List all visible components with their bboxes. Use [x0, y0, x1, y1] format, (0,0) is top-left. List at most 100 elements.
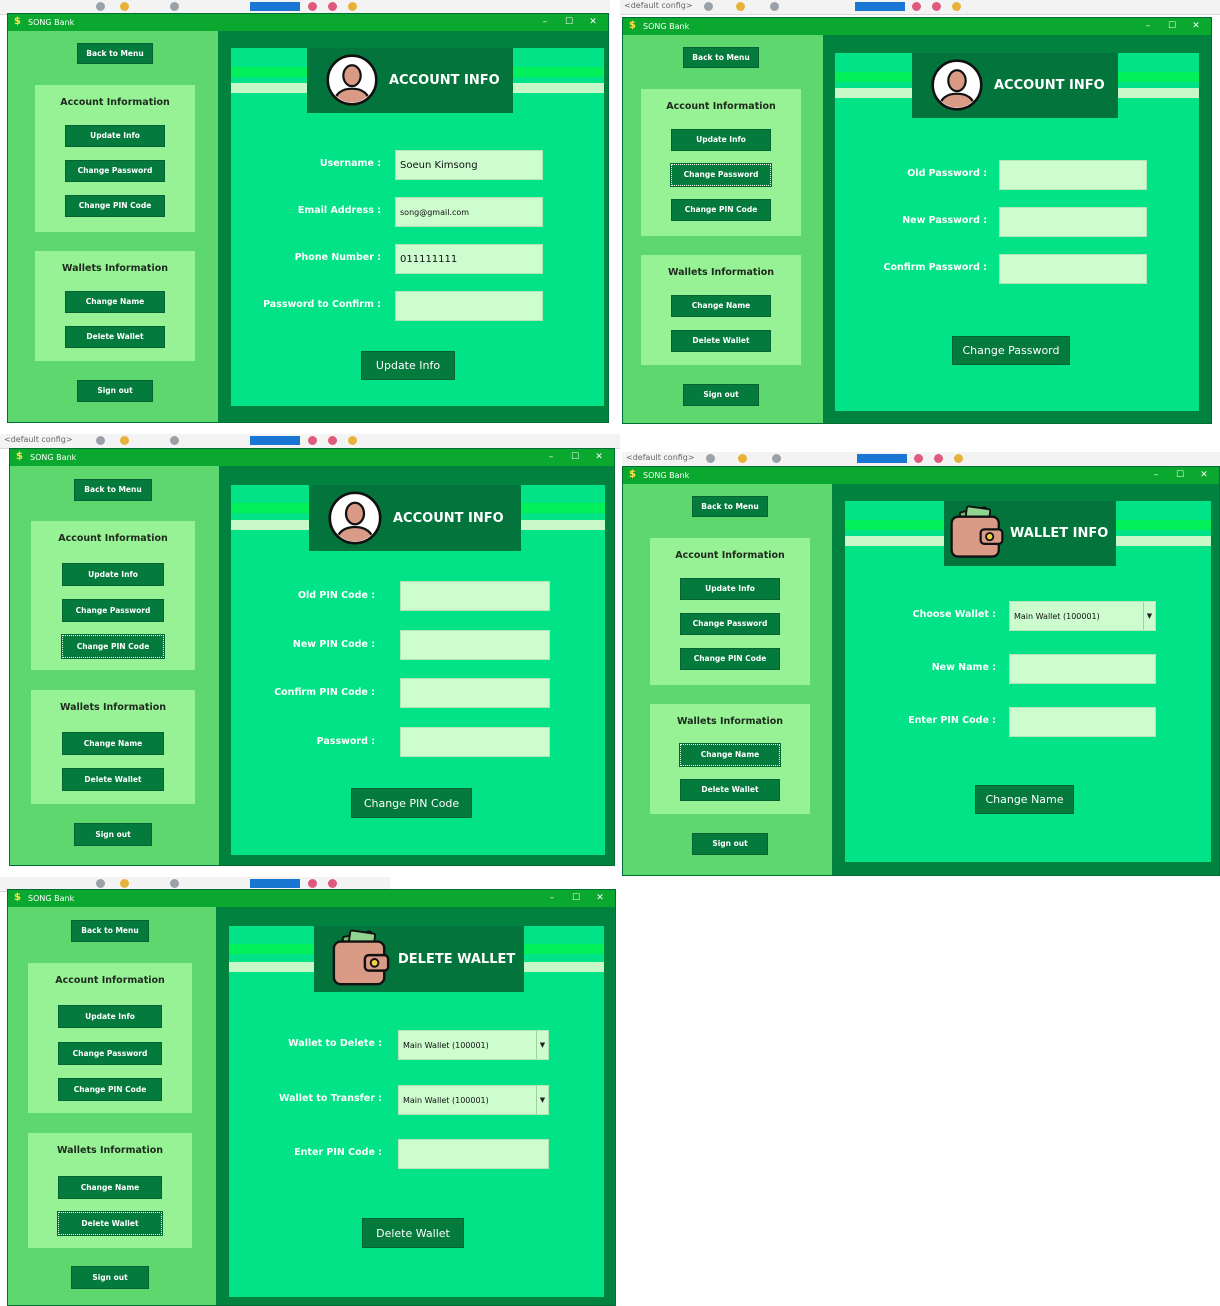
minimize-button[interactable]: – [540, 450, 562, 465]
dropdown-arrow-icon[interactable]: ▼ [1143, 602, 1155, 630]
ide-config-label: <default config> [626, 453, 695, 462]
account-info-group: Account Information Update Info Change P… [650, 538, 810, 685]
sign-out-button[interactable]: Sign out [74, 823, 152, 846]
account-info-group: Account Information Update Info Change P… [31, 521, 195, 670]
close-button[interactable]: ✕ [582, 15, 604, 30]
delete-wallet-button[interactable]: Delete Wallet [62, 768, 164, 791]
wallets-info-group: Wallets Information Change Name Delete W… [31, 690, 195, 804]
change-pin-code-button[interactable]: Change PIN Code [58, 1078, 162, 1101]
back-to-menu-button[interactable]: Back to Menu [77, 43, 153, 64]
window-title: SONG Bank [28, 894, 75, 903]
back-to-menu-button[interactable]: Back to Menu [74, 479, 152, 501]
delete-wallet-button[interactable]: Delete Wallet [680, 779, 780, 801]
change-name-button[interactable]: Change Name [65, 291, 165, 313]
change-password-submit-button[interactable]: Change Password [952, 336, 1070, 365]
close-button[interactable]: ✕ [1185, 19, 1207, 34]
dropdown-arrow-icon[interactable]: ▼ [536, 1031, 548, 1059]
change-name-button[interactable]: Change Name [679, 743, 781, 767]
password-confirm-input[interactable] [395, 291, 543, 321]
title-bar[interactable]: $ SONG Bank – ☐ ✕ [8, 14, 608, 31]
change-pin-code-button[interactable]: Change PIN Code [680, 648, 780, 670]
ide-config-label: <default config> [624, 1, 693, 10]
update-info-button[interactable]: Update Info [62, 563, 164, 586]
password-label: Password : [316, 736, 375, 747]
wallets-info-group-title: Wallets Information [667, 267, 775, 278]
wallet-to-transfer-select[interactable]: Main Wallet (100001) ▼ [398, 1085, 549, 1115]
new-password-input[interactable] [999, 207, 1147, 237]
phone-input[interactable]: 011111111 [395, 244, 543, 274]
change-name-submit-button[interactable]: Change Name [975, 785, 1074, 814]
maximize-button[interactable]: ☐ [1161, 19, 1183, 34]
update-info-button[interactable]: Update Info [65, 125, 165, 147]
change-password-button[interactable]: Change Password [670, 163, 772, 187]
sign-out-button[interactable]: Sign out [692, 833, 768, 855]
new-pin-input[interactable] [400, 630, 550, 660]
sign-out-button[interactable]: Sign out [683, 384, 759, 406]
old-password-input[interactable] [999, 160, 1147, 190]
sidebar: Back to Menu Account Information Update … [10, 466, 219, 865]
back-to-menu-button[interactable]: Back to Menu [71, 920, 149, 942]
update-info-button[interactable]: Update Info [58, 1005, 162, 1028]
username-label: Username : [319, 158, 381, 169]
password-input[interactable] [400, 727, 550, 757]
confirm-pin-input[interactable] [400, 678, 550, 708]
title-bar[interactable]: $ SONG Bank – ☐ ✕ [623, 467, 1219, 484]
back-to-menu-button[interactable]: Back to Menu [692, 496, 768, 517]
title-bar[interactable]: $ SONG Bank – ☐ ✕ [623, 18, 1211, 35]
maximize-button[interactable]: ☐ [565, 891, 587, 906]
account-info-group-title: Account Information [55, 975, 165, 986]
delete-wallet-submit-button[interactable]: Delete Wallet [362, 1218, 464, 1248]
change-password-button[interactable]: Change Password [680, 613, 780, 635]
change-name-button[interactable]: Change Name [62, 732, 164, 755]
update-info-button[interactable]: Update Info [680, 578, 780, 600]
panel-header: ACCOUNT INFO [912, 53, 1118, 118]
enter-pin-input[interactable] [398, 1139, 549, 1169]
minimize-button[interactable]: – [534, 15, 556, 30]
maximize-button[interactable]: ☐ [1169, 468, 1191, 483]
ide-toolbar-strip: <default config> [0, 434, 620, 449]
back-to-menu-button[interactable]: Back to Menu [683, 47, 759, 68]
title-bar[interactable]: $ SONG Bank – ☐ ✕ [10, 449, 614, 466]
delete-wallet-button[interactable]: Delete Wallet [57, 1211, 163, 1236]
minimize-button[interactable]: – [541, 891, 563, 906]
username-input[interactable]: Soeun Kimsong [395, 150, 543, 180]
choose-wallet-select[interactable]: Main Wallet (100001) ▼ [1009, 601, 1156, 631]
update-info-submit-button[interactable]: Update Info [361, 351, 455, 380]
wallet-to-delete-select[interactable]: Main Wallet (100001) ▼ [398, 1030, 549, 1060]
update-info-button[interactable]: Update Info [671, 129, 771, 151]
close-button[interactable]: ✕ [589, 891, 611, 906]
old-pin-input[interactable] [400, 581, 550, 611]
delete-wallet-button[interactable]: Delete Wallet [671, 330, 771, 352]
maximize-button[interactable]: ☐ [558, 15, 580, 30]
new-name-input[interactable] [1009, 654, 1156, 684]
change-password-button[interactable]: Change Password [65, 160, 165, 182]
enter-pin-input[interactable] [1009, 707, 1156, 737]
confirm-pin-label: Confirm PIN Code : [274, 687, 375, 698]
change-password-button[interactable]: Change Password [62, 599, 164, 622]
confirm-password-label: Confirm Password : [883, 262, 987, 273]
wallet-to-delete-label: Wallet to Delete : [288, 1038, 382, 1049]
change-name-button[interactable]: Change Name [58, 1176, 162, 1199]
change-name-button[interactable]: Change Name [671, 295, 771, 317]
sign-out-button[interactable]: Sign out [77, 380, 153, 402]
change-pin-submit-button[interactable]: Change PIN Code [351, 788, 472, 818]
change-pin-code-button[interactable]: Change PIN Code [671, 199, 771, 221]
enter-pin-label: Enter PIN Code : [908, 715, 996, 726]
minimize-button[interactable]: – [1145, 468, 1167, 483]
confirm-password-input[interactable] [999, 254, 1147, 284]
account-info-group-title: Account Information [60, 97, 170, 108]
email-input[interactable]: song@gmail.com [395, 197, 543, 227]
change-password-button[interactable]: Change Password [58, 1042, 162, 1065]
minimize-button[interactable]: – [1137, 19, 1159, 34]
change-pin-code-button[interactable]: Change PIN Code [61, 634, 165, 659]
close-button[interactable]: ✕ [1193, 468, 1215, 483]
sign-out-button[interactable]: Sign out [71, 1266, 149, 1289]
close-button[interactable]: ✕ [588, 450, 610, 465]
delete-wallet-button[interactable]: Delete Wallet [65, 326, 165, 348]
title-bar[interactable]: $ SONG Bank – ☐ ✕ [8, 890, 615, 907]
dropdown-arrow-icon[interactable]: ▼ [536, 1086, 548, 1114]
maximize-button[interactable]: ☐ [564, 450, 586, 465]
change-pin-code-button[interactable]: Change PIN Code [65, 195, 165, 217]
wallet-to-transfer-label: Wallet to Transfer : [278, 1093, 382, 1104]
panel-title: ACCOUNT INFO [393, 511, 504, 526]
